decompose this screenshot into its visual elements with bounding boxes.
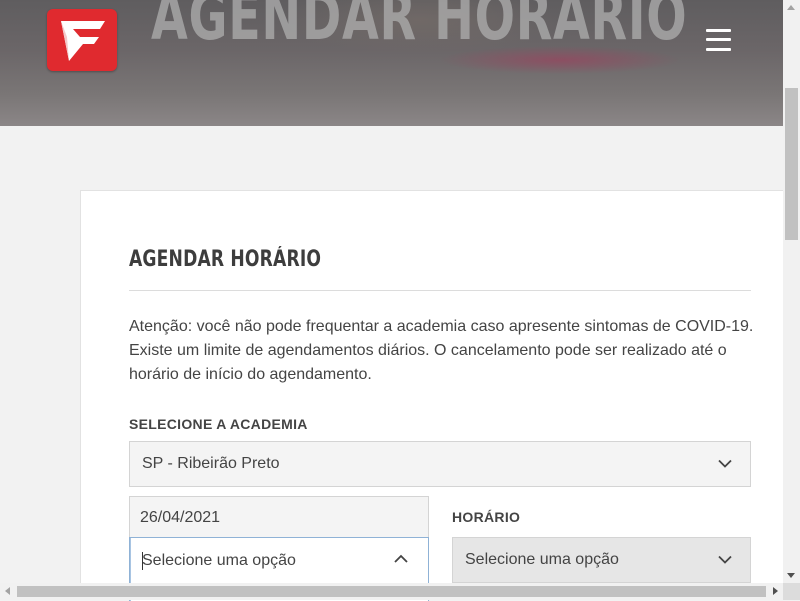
notice-line: Atenção: você não pode frequentar a acad… [129, 318, 754, 335]
schedule-form-card: AGENDAR HORÁRIO Atenção: você não pode f… [80, 190, 783, 601]
scroll-left-arrow-icon[interactable] [5, 587, 10, 595]
scroll-right-arrow-icon[interactable] [773, 587, 778, 595]
vertical-scroll-thumb[interactable] [785, 88, 798, 240]
vertical-scrollbar[interactable] [783, 0, 800, 583]
academia-label: SELECIONE A ACADEMIA [129, 416, 308, 432]
horario-select-value: Selecione uma opção [465, 551, 619, 568]
page-hero: AGENDAR HORÁRIO [0, 0, 783, 126]
academia-select[interactable]: SP - Ribeirão Preto [129, 441, 751, 487]
brand-logo-icon[interactable] [47, 9, 117, 71]
title-divider [129, 290, 751, 291]
chevron-down-icon [718, 555, 732, 564]
date-field[interactable]: 26/04/2021 [129, 496, 429, 538]
chevron-up-icon[interactable] [394, 554, 408, 563]
horizontal-scrollbar[interactable] [0, 583, 783, 600]
scroll-up-arrow-icon[interactable] [787, 5, 795, 10]
chevron-down-icon [718, 459, 732, 468]
covid-notice: Atenção: você não pode frequentar a acad… [129, 315, 759, 387]
hamburger-menu-icon[interactable] [704, 26, 734, 54]
text-caret [142, 552, 143, 570]
horizontal-scroll-thumb[interactable] [17, 586, 766, 597]
scrollbar-corner [783, 583, 800, 600]
notice-line: Existe um limite de agendamentos diários… [129, 342, 727, 359]
hero-title: AGENDAR HORÁRIO [151, 0, 688, 55]
notice-line: horário de início do agendamento. [129, 366, 372, 383]
modalidade-placeholder: Selecione uma opção [142, 552, 296, 569]
scroll-down-arrow-icon[interactable] [787, 573, 795, 578]
horario-select[interactable]: Selecione uma opção [452, 537, 751, 583]
horario-label: HORÁRIO [452, 509, 521, 525]
date-field-value: 26/04/2021 [140, 509, 221, 526]
form-title: AGENDAR HORÁRIO [129, 247, 322, 272]
academia-select-value: SP - Ribeirão Preto [142, 455, 280, 472]
